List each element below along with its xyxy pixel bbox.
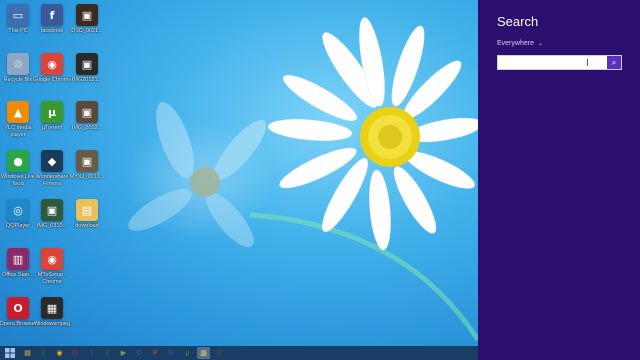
desktop-icon-label: IMG_2012...: [71, 125, 103, 131]
desktop-icon-dsc-photo[interactable]: ▣ DSC_0021...: [69, 4, 105, 50]
taskbar-facebook-button[interactable]: f: [85, 347, 98, 359]
desktop-icon-img-photo-4[interactable]: ▣ IMG_0310...: [34, 199, 70, 245]
search-scope-label: Everywhere: [497, 40, 534, 47]
img-photo-2-icon: ▣: [76, 101, 98, 123]
notes-icon: ▥: [200, 350, 207, 357]
desktop-icon-opera[interactable]: O Opera Browser: [0, 297, 37, 343]
desktop-icon-label: MTuSetup - Chrome: [37, 272, 67, 285]
qq-player-icon: ◎: [7, 199, 29, 221]
recycle-bin-icon: ♲: [7, 53, 29, 75]
utorrent-icon: µ: [185, 349, 190, 357]
taskbar: ▤ X ◉ Of X ▶ O P Wµ ▥ ▦: [0, 346, 478, 360]
desktop-icon-recycle-bin[interactable]: ♲ Recycle Bin: [0, 53, 36, 99]
charm-title: Search: [497, 14, 539, 29]
desktop-icon-vlc[interactable]: ▲ VLC media player: [0, 101, 36, 147]
word-icon: W: [168, 349, 175, 357]
desktop-icon-wlt[interactable]: ● Windows Live Tools: [0, 150, 36, 196]
desktop-icon-download-folder[interactable]: ▤ download: [69, 199, 105, 245]
utorrent-icon: µ: [41, 101, 63, 123]
desktop-icon-img-photo-1[interactable]: ▣ IMG20181...: [69, 53, 105, 99]
desktop-icon-label: DSC_0021...: [71, 28, 103, 34]
taskbar-utorrent-button[interactable]: µ: [181, 347, 194, 359]
taskbar-excel-button[interactable]: X: [37, 347, 50, 359]
desktop-icon-label: download: [75, 223, 99, 229]
search-icon: ⌕: [611, 57, 617, 67]
desktop-icon-utorrent[interactable]: µ µTorrent: [34, 101, 70, 147]
excel-2-icon: X: [105, 349, 110, 357]
desktop-icon-mtu-chrome[interactable]: ◉ MTuSetup - Chrome: [34, 248, 70, 294]
search-scope-dropdown[interactable]: Everywhere ⌄: [497, 40, 543, 47]
desktop-icon-label: Windowsmpeg: [33, 321, 71, 327]
taskbar-file-explorer-button[interactable]: ▤: [21, 347, 34, 359]
desktop-icon-winrar[interactable]: ▥ Office.Stan...: [0, 248, 36, 294]
search-charm: Search Everywhere ⌄ ⌕: [478, 0, 640, 360]
taskbar-outlook-button[interactable]: O: [133, 347, 146, 359]
taskbar-capture-button[interactable]: ▦: [213, 347, 226, 359]
download-folder-icon: ▤: [76, 199, 98, 221]
taskbar-notes-button[interactable]: ▥: [197, 347, 210, 359]
search-button[interactable]: ⌕: [607, 56, 621, 69]
excel-icon: X: [41, 349, 46, 357]
desktop-icon-label: IMG20181...: [71, 77, 103, 83]
mtu-chrome-icon: ◉: [41, 248, 63, 270]
desktop-icon-label: MYXJ_2019...: [69, 174, 105, 180]
facebook-icon: f: [90, 349, 93, 357]
chrome-icon: ◉: [56, 350, 63, 357]
desktop-icon-screen-capture[interactable]: ▦ Windowsmpeg: [34, 297, 70, 343]
opera-icon: O: [72, 349, 79, 357]
desktop-icon-wondershare[interactable]: ◆ Wondershare Filmora: [34, 150, 70, 196]
windows-logo-icon: [5, 348, 15, 358]
winrar-icon: ▥: [7, 248, 29, 270]
desktop-icon-img-photo-2[interactable]: ▣ IMG_2012...: [69, 101, 105, 147]
desktop-icon-google-chrome[interactable]: ◉ Google Chrome: [32, 53, 72, 99]
desktop-icon-label: facebook: [40, 28, 64, 34]
vlc-icon: ▲: [7, 101, 29, 123]
desktop: ▭ This PC f facebook ▣ DSC_0021... ♲ Recycle Bi…: [0, 0, 478, 346]
chevron-down-icon: ⌄: [537, 41, 543, 47]
taskbar-chrome-button[interactable]: ◉: [53, 347, 66, 359]
media-icon: ▶: [120, 350, 127, 357]
img-photo-3-icon: ▣: [76, 150, 98, 172]
start-button[interactable]: [2, 347, 18, 359]
desktop-icon-img-photo-3[interactable]: ▣ MYXJ_2019...: [69, 150, 105, 196]
outlook-icon: O: [136, 349, 143, 357]
taskbar-word-button[interactable]: W: [165, 347, 178, 359]
facebook-icon: f: [41, 4, 63, 26]
desktop-icon-facebook[interactable]: f facebook: [34, 4, 70, 50]
img-photo-1-icon: ▣: [76, 53, 98, 75]
desktop-icon-this-pc[interactable]: ▭ This PC: [0, 4, 36, 50]
desktop-icon-label: µTorrent: [41, 125, 63, 131]
dsc-photo-icon: ▣: [76, 4, 98, 26]
desktop-icon-label: IMG_0310...: [36, 223, 68, 229]
taskbar-powerpoint-button[interactable]: P: [149, 347, 162, 359]
taskbar-opera-button[interactable]: O: [69, 347, 82, 359]
capture-icon: ▦: [216, 350, 223, 357]
text-cursor: [587, 59, 588, 66]
img-photo-4-icon: ▣: [41, 199, 63, 221]
this-pc-icon: ▭: [7, 4, 29, 26]
wondershare-icon: ◆: [41, 150, 63, 172]
desktop-icon-label: Wondershare Filmora: [35, 174, 69, 187]
search-input[interactable]: [498, 56, 607, 69]
desktop-icons: ▭ This PC f facebook ▣ DSC_0021... ♲ Recycle Bi…: [0, 0, 120, 346]
search-box: ⌕: [497, 55, 622, 70]
powerpoint-icon: P: [153, 349, 158, 357]
desktop-icon-qq-player[interactable]: ◎ QQPlayer: [0, 199, 36, 245]
wlt-icon: ●: [7, 150, 29, 172]
google-chrome-icon: ◉: [41, 53, 63, 75]
taskbar-excel-2-button[interactable]: X: [101, 347, 114, 359]
screen-capture-icon: ▦: [41, 297, 63, 319]
desktop-icon-label: Google Chrome: [32, 77, 72, 83]
file-explorer-icon: ▤: [24, 350, 31, 357]
taskbar-media-button[interactable]: ▶: [117, 347, 130, 359]
opera-icon: O: [7, 297, 29, 319]
